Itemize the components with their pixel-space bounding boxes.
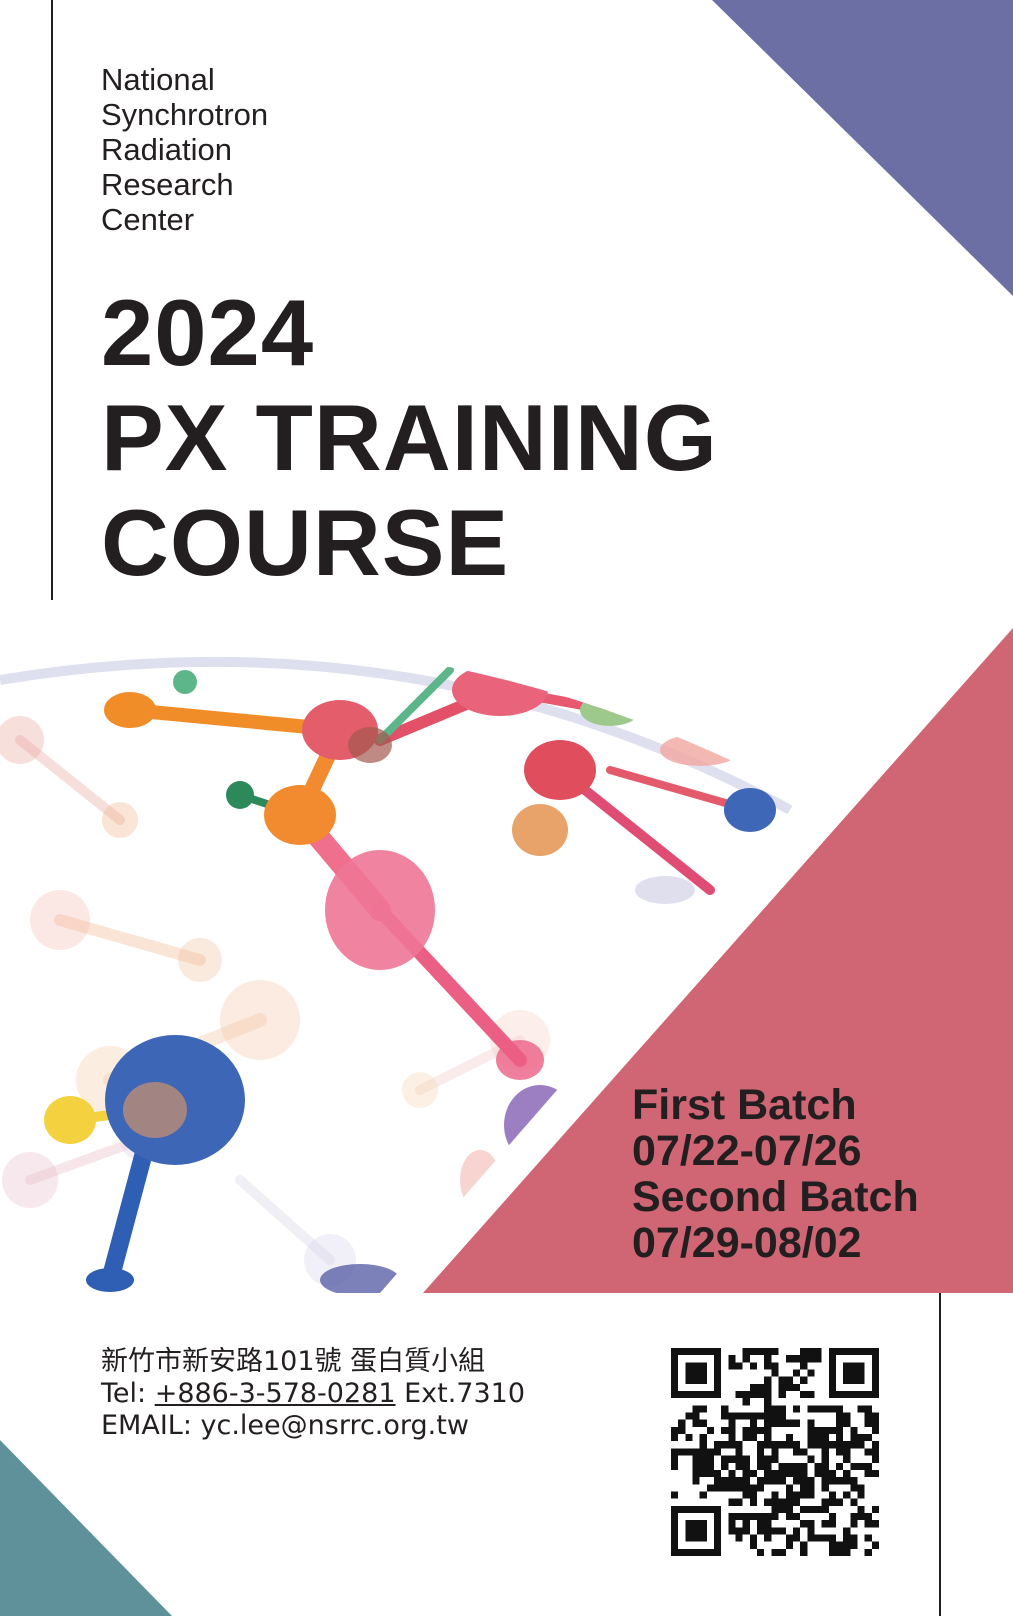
title-line-3: COURSE	[101, 490, 510, 595]
second-batch-dates: 07/29-08/02	[632, 1219, 862, 1267]
organization-name: National Synchrotron Radiation Research …	[101, 62, 441, 237]
telephone-line: Tel: +886-3-578-0281 Ext.7310	[101, 1378, 641, 1410]
organization-line-1: National	[101, 62, 215, 97]
batch-schedule: First Batch 07/22-07/26 Second Batch 07/…	[632, 1082, 1002, 1266]
second-batch-label: Second Batch	[632, 1173, 919, 1221]
organization-line-5: Center	[101, 202, 195, 237]
title-line-2: PX TRAINING	[101, 385, 718, 490]
telephone-link[interactable]: +886-3-578-0281	[155, 1378, 396, 1409]
organization-line-3: Radiation	[101, 132, 232, 167]
address-text: 新竹市新安路101號 蛋白質小組	[101, 1346, 486, 1377]
bottom-left-triangle	[0, 1440, 172, 1616]
tel-prefix: Tel:	[101, 1378, 155, 1409]
tel-extension: Ext.7310	[395, 1378, 526, 1409]
qr-code-icon[interactable]	[671, 1348, 879, 1556]
contact-info: 新竹市新安路101號 蛋白質小組 Tel: +886-3-578-0281 Ex…	[101, 1346, 641, 1442]
title-year: 2024	[101, 280, 315, 385]
left-vertical-rule	[51, 0, 53, 600]
poster: National Synchrotron Radiation Research …	[0, 0, 1013, 1616]
email-text: EMAIL: yc.lee@nsrrc.org.tw	[101, 1410, 469, 1441]
first-batch-label: First Batch	[632, 1081, 857, 1129]
first-batch-dates: 07/22-07/26	[632, 1127, 862, 1175]
right-vertical-rule	[939, 1293, 941, 1616]
organization-line-2: Synchrotron	[101, 97, 269, 132]
course-title: 2024 PX TRAINING COURSE	[101, 280, 1001, 595]
organization-line-4: Research	[101, 167, 234, 202]
